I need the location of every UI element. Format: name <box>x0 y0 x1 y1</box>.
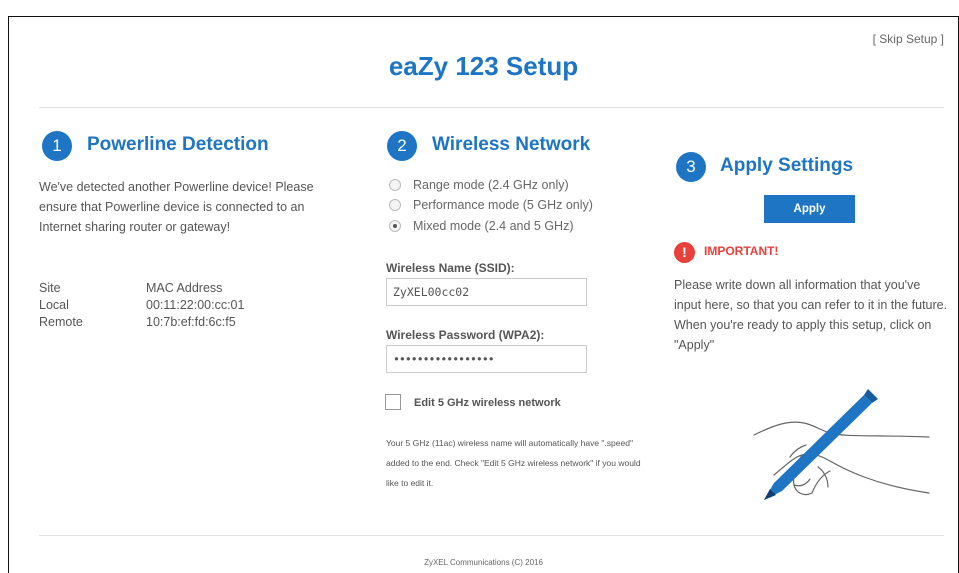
ssid-input[interactable] <box>386 278 587 306</box>
top-divider <box>39 107 944 108</box>
mixed-mode-radio[interactable] <box>389 220 401 232</box>
step-2-title: Wireless Network <box>432 134 591 155</box>
range-mode-option[interactable]: Range mode (2.4 GHz only) <box>389 178 569 192</box>
footer-copyright: ZyXEL Communications (C) 2016 <box>424 558 543 567</box>
device-table-header: Site MAC Address <box>39 280 244 297</box>
5ghz-note: Your 5 GHz (11ac) wireless name will aut… <box>386 438 641 488</box>
password-label: Wireless Password (WPA2): <box>386 328 545 342</box>
important-text: Please write down all information that y… <box>674 278 948 352</box>
setup-page: [ Skip Setup ] eaZy 123 Setup 1 Powerlin… <box>8 16 959 573</box>
important-label: IMPORTANT! <box>704 244 779 258</box>
step-3-title: Apply Settings <box>720 155 854 176</box>
range-mode-radio[interactable] <box>389 179 401 191</box>
site-cell: Local <box>39 298 69 312</box>
performance-mode-label: Performance mode (5 GHz only) <box>413 198 593 212</box>
performance-mode-option[interactable]: Performance mode (5 GHz only) <box>389 198 593 212</box>
site-cell: Remote <box>39 315 83 329</box>
step-3-number-badge: 3 <box>676 152 706 182</box>
skip-setup-link[interactable]: [ Skip Setup ] <box>873 32 944 46</box>
mac-column-header: MAC Address <box>146 281 223 295</box>
mixed-mode-label: Mixed mode (2.4 and 5 GHz) <box>413 219 574 233</box>
page-title: eaZy 123 Setup <box>388 51 579 81</box>
ssid-label: Wireless Name (SSID): <box>386 261 515 275</box>
bottom-divider <box>39 535 944 536</box>
mac-cell: 10:7b:ef:fd:6c:f5 <box>146 315 236 329</box>
powerline-detection-message: We've detected another Powerline device!… <box>39 180 314 234</box>
site-column-header: Site <box>39 281 61 295</box>
step-2-number-badge: 2 <box>387 131 417 161</box>
apply-button[interactable]: Apply <box>764 195 855 223</box>
performance-mode-radio[interactable] <box>389 199 401 211</box>
mac-cell: 00:11:22:00:cc:01 <box>146 298 245 312</box>
table-row: Local 00:11:22:00:cc:01 <box>39 297 244 314</box>
edit-5ghz-label[interactable]: Edit 5 GHz wireless network <box>414 397 561 409</box>
edit-5ghz-checkbox[interactable] <box>385 394 401 410</box>
hand-writing-illustration <box>753 389 930 500</box>
table-row: Remote 10:7b:ef:fd:6c:f5 <box>39 314 244 331</box>
important-icon: ! <box>674 242 695 263</box>
password-input[interactable] <box>386 345 587 373</box>
step-1-number-badge: 1 <box>42 131 72 161</box>
device-table: Site MAC Address Local 00:11:22:00:cc:01… <box>39 280 244 331</box>
mixed-mode-option[interactable]: Mixed mode (2.4 and 5 GHz) <box>389 219 574 233</box>
step-1-title: Powerline Detection <box>87 134 269 155</box>
range-mode-label: Range mode (2.4 GHz only) <box>413 178 569 192</box>
